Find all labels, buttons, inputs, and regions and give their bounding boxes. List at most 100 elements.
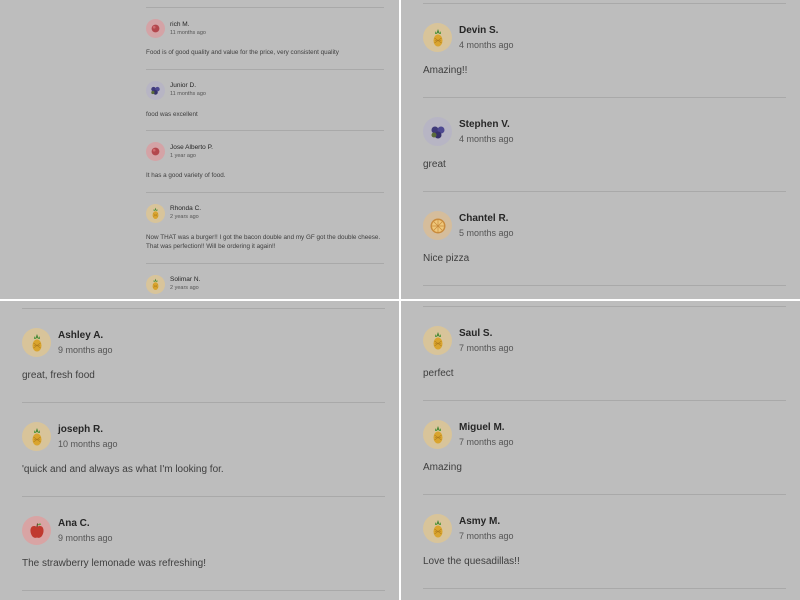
- review-text: It has a good variety of food.: [146, 172, 226, 179]
- review-item: Solimar N. 2 years ago: [146, 264, 384, 300]
- review-time: 1 year ago: [170, 152, 196, 159]
- avatar: [423, 211, 452, 240]
- review-header: Solimar N. 2 years ago: [146, 274, 384, 294]
- review-time: 9 months ago: [58, 345, 113, 355]
- review-meta: Rhonda C. 2 years ago: [170, 204, 201, 222]
- review-meta: Stephen V. 4 months ago: [459, 117, 514, 146]
- review-list: Ashley A. 9 months ago great, fresh food…: [22, 308, 385, 591]
- review-item: Stephen V. 4 months ago great: [423, 98, 786, 192]
- review-text: 'quick and and always as what I'm lookin…: [22, 464, 224, 475]
- review-time: 9 months ago: [58, 533, 113, 543]
- review-item: Junior D. 11 months ago food was excelle…: [146, 70, 384, 131]
- reviewer-name: Asmy M.: [459, 516, 501, 527]
- review-text: Food is of good quality and value for th…: [146, 49, 339, 56]
- review-header: Miguel M. 7 months ago: [423, 420, 786, 449]
- reviewer-name: Stephen V.: [459, 119, 510, 130]
- pineapple-icon: [32, 333, 41, 351]
- avatar: [146, 142, 165, 161]
- review-meta: Saul S. 7 months ago: [459, 326, 514, 355]
- review-meta: Devin S. 4 months ago: [459, 23, 514, 52]
- review-panel-3: Ashley A. 9 months ago great, fresh food…: [0, 301, 399, 600]
- review-header: Asmy M. 7 months ago: [423, 514, 786, 543]
- review-meta: Ana C. 9 months ago: [58, 516, 113, 545]
- reviewer-name: Solimar N.: [170, 276, 201, 283]
- blueberry-icon: [151, 86, 160, 95]
- review-time: 10 months ago: [58, 439, 118, 449]
- review-panel-4: Saul S. 7 months ago perfect Miguel M. 7…: [401, 301, 800, 600]
- review-meta: Junior D. 11 months ago: [170, 81, 206, 99]
- reviewer-name: joseph R.: [58, 424, 104, 435]
- review-item: Ana C. 9 months ago The strawberry lemon…: [22, 497, 385, 591]
- review-meta: Jose Alberto P. 1 year ago: [170, 143, 213, 161]
- review-item: Rhonda C. 2 years ago Now THAT was a bur…: [146, 193, 384, 264]
- review-text: food was excellent: [146, 110, 198, 118]
- review-text: The strawberry lemonade was refreshing!: [22, 558, 206, 569]
- review-text: great: [423, 159, 446, 170]
- reviewer-name: rich M.: [170, 20, 190, 28]
- pineapple-icon: [433, 425, 442, 443]
- review-time: 5 months ago: [459, 228, 514, 238]
- review-meta: Miguel M. 7 months ago: [459, 420, 514, 449]
- pineapple-icon: [433, 519, 442, 537]
- pineapple-icon: [433, 331, 442, 349]
- review-screenshot-grid: rich M. 11 months ago Food is of good qu…: [0, 0, 800, 600]
- review-meta: rich M. 11 months ago: [170, 20, 206, 38]
- review-text: perfect: [423, 368, 454, 379]
- avatar: [423, 117, 452, 146]
- avatar: [146, 80, 165, 100]
- review-text: Now THAT was a burger!! I got the bacon …: [146, 233, 381, 251]
- avatar: [22, 516, 51, 545]
- review-text: Amazing!!: [423, 65, 468, 76]
- review-header: Stephen V. 4 months ago: [423, 117, 786, 146]
- review-item: Asmy M. 7 months ago Love the quesadilla…: [423, 495, 786, 589]
- review-list: Devin S. 4 months ago Amazing!! Stephen …: [423, 3, 786, 286]
- avatar: [423, 326, 452, 355]
- review-header: joseph R. 10 months ago: [22, 422, 385, 451]
- reviewer-name: Miguel M.: [459, 422, 505, 433]
- reviewer-name: Junior D.: [170, 82, 197, 89]
- reviewer-name: Jose Alberto P.: [170, 143, 213, 151]
- avatar: [423, 23, 452, 52]
- avatar: [423, 514, 452, 543]
- review-time: 4 months ago: [459, 134, 514, 144]
- review-text: Love the quesadillas!!: [423, 556, 520, 567]
- blueberry-icon: [431, 126, 444, 138]
- review-header: Ashley A. 9 months ago: [22, 328, 385, 357]
- review-meta: Asmy M. 7 months ago: [459, 514, 514, 543]
- review-item: Devin S. 4 months ago Amazing!!: [423, 4, 786, 98]
- review-header: Rhonda C. 2 years ago: [146, 203, 384, 223]
- review-time: 2 years ago: [170, 285, 199, 291]
- pizza-icon: [430, 218, 445, 233]
- avatar: [423, 420, 452, 449]
- avatar: [146, 203, 165, 223]
- review-header: Junior D. 11 months ago: [146, 80, 384, 100]
- avatar: [22, 422, 51, 451]
- review-time: 4 months ago: [459, 40, 514, 50]
- review-header: Jose Alberto P. 1 year ago: [146, 142, 384, 161]
- review-header: Devin S. 4 months ago: [423, 23, 786, 52]
- cherry-icon: [151, 147, 160, 156]
- review-meta: joseph R. 10 months ago: [58, 422, 118, 451]
- reviewer-name: Rhonda C.: [170, 205, 202, 212]
- review-item: Miguel M. 7 months ago Amazing: [423, 401, 786, 495]
- review-text: Amazing: [423, 462, 462, 473]
- review-item: Chantel R. 5 months ago Nice pizza: [423, 192, 786, 286]
- avatar: [146, 19, 165, 38]
- review-header: Ana C. 9 months ago: [22, 516, 385, 545]
- review-list: rich M. 11 months ago Food is of good qu…: [146, 7, 384, 299]
- avatar: [22, 328, 51, 357]
- review-item: Saul S. 7 months ago perfect: [423, 307, 786, 401]
- review-header: Chantel R. 5 months ago: [423, 211, 786, 240]
- review-meta: Chantel R. 5 months ago: [459, 211, 514, 240]
- review-time: 7 months ago: [459, 437, 514, 447]
- pineapple-icon: [433, 28, 442, 46]
- pineapple-icon: [32, 427, 41, 445]
- review-time: 7 months ago: [459, 343, 514, 353]
- reviewer-name: Ana C.: [58, 518, 90, 529]
- review-panel-2: Devin S. 4 months ago Amazing!! Stephen …: [401, 0, 800, 299]
- review-time: 11 months ago: [170, 29, 206, 36]
- reviewer-name: Ashley A.: [58, 330, 104, 341]
- review-text: great, fresh food: [22, 370, 95, 381]
- apple-icon: [29, 522, 44, 538]
- reviewer-name: Chantel R.: [459, 213, 509, 224]
